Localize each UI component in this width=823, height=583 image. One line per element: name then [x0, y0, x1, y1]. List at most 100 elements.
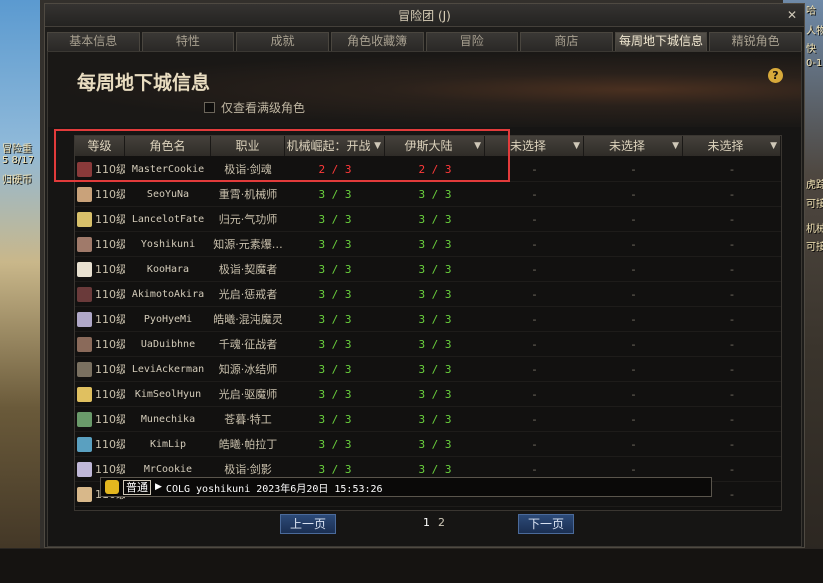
dungeon-2-count: 3 / 3: [418, 437, 452, 451]
table-row[interactable]: 110级 Munechika 苍暮·特工 3 / 3 3 / 3 - - -: [75, 407, 781, 432]
chat-input-bar[interactable]: 普通 ▶ COLG yoshikuni 2023年6月20日 15:53:26: [100, 477, 712, 497]
tab-adventure[interactable]: 冒险: [425, 32, 519, 51]
table-row[interactable]: 110级 KooHara 极诣·契魔者 3 / 3 3 / 3 - - -: [75, 257, 781, 282]
window-titlebar[interactable]: 冒险团 (J) ✕: [45, 4, 804, 27]
tab-elite-characters[interactable]: 精锐角色: [709, 32, 802, 51]
chat-emoji-icon[interactable]: [105, 480, 119, 494]
dungeon-1-count: 3 / 3: [318, 287, 352, 301]
next-page-button[interactable]: 下一页: [518, 514, 574, 534]
header-dungeon-select-2[interactable]: 伊斯大陆 ▼: [385, 136, 485, 156]
table-row[interactable]: 110级 KimSeolHyun 光启·驱魔师 3 / 3 3 / 3 - - -: [75, 382, 781, 407]
character-job: 极诣·剑魂: [224, 163, 272, 176]
level-cell: 110级: [75, 211, 125, 227]
dungeon-5-count: -: [730, 387, 734, 401]
table-row[interactable]: 110级 PyoHyeMi 皓曦·混沌魔灵 3 / 3 3 / 3 - - -: [75, 307, 781, 332]
table-row[interactable]: 110级 SeoYuNa 重霄·机械师 3 / 3 3 / 3 - - -: [75, 182, 781, 207]
character-avatar-icon: [77, 161, 92, 177]
character-name: MasterCookie: [131, 163, 205, 175]
character-avatar-icon: [77, 361, 92, 377]
table-row[interactable]: 110级 MasterCookie 极诣·剑魂 2 / 3 2 / 3 - - -: [75, 157, 781, 182]
max-level-filter[interactable]: 仅查看满级角色: [204, 100, 305, 115]
level-cell: 110级: [75, 161, 125, 177]
tab-achievements[interactable]: 成就: [236, 32, 329, 51]
dungeon-2-count: 3 / 3: [418, 287, 452, 301]
dungeon-1-count: 3 / 3: [318, 387, 352, 401]
dungeon-table: 等级 角色名 职业 机械崛起：开战 ▼ 伊斯大陆 ▼ 未选择 ▼ 未选择 ▼ 未选择 ▼ …: [74, 135, 782, 511]
character-avatar-icon: [77, 186, 92, 202]
character-avatar-icon: [77, 311, 92, 327]
max-level-checkbox[interactable]: [204, 101, 215, 113]
header-job: 职业: [211, 136, 285, 156]
dungeon-3-count: -: [532, 312, 537, 326]
character-job: 皓曦·帕拉丁: [218, 438, 278, 451]
header-dungeon-2-label: 伊斯大陆: [404, 139, 453, 153]
panel-banner: 每周地下城信息 ? 仅查看满级角色: [48, 52, 801, 127]
dungeon-3-count: -: [532, 262, 537, 276]
tab-weekly-dungeon[interactable]: 每周地下城信息: [614, 32, 708, 51]
dungeon-4-count: -: [631, 462, 636, 476]
character-avatar-icon: [77, 411, 92, 427]
dungeon-4-count: -: [631, 162, 636, 176]
character-name: KimLip: [149, 438, 187, 450]
level-text: 110级: [95, 188, 125, 201]
table-row[interactable]: 110级 LancelotFate 归元·气功师 3 / 3 3 / 3 - - -: [75, 207, 781, 232]
tab-traits[interactable]: 特性: [141, 32, 235, 51]
header-dungeon-3-label: 未选择: [509, 139, 546, 153]
dungeon-4-count: -: [631, 412, 636, 426]
character-avatar-icon: [77, 211, 92, 227]
character-avatar-icon: [77, 286, 92, 302]
page-title: 每周地下城信息: [77, 72, 211, 94]
table-row[interactable]: 110级 Yoshikuni 知源·元素爆… 3 / 3 3 / 3 - - -: [75, 232, 781, 257]
character-job: 极诣·剑影: [224, 463, 272, 476]
character-avatar-icon: [77, 486, 92, 502]
page-number-1[interactable]: 1: [423, 516, 430, 529]
header-dungeon-5-label: 未选择: [707, 139, 744, 153]
dungeon-5-count: -: [730, 362, 734, 376]
chat-channel-selector[interactable]: 普通: [123, 479, 151, 495]
dungeon-3-count: -: [532, 412, 537, 426]
table-row[interactable]: 110级 LeviAckerman 知源·冰结师 3 / 3 3 / 3 - - -: [75, 357, 781, 382]
tab-basic-info[interactable]: 基本信息: [47, 32, 140, 51]
page-number-2[interactable]: 2: [438, 516, 445, 529]
dungeon-1-count: 3 / 3: [318, 462, 352, 476]
character-avatar-icon: [77, 461, 92, 477]
level-text: 110级: [95, 338, 125, 351]
character-name: LeviAckerman: [131, 363, 205, 375]
table-row[interactable]: 110级 UaDuibhne 千魂·征战者 3 / 3 3 / 3 - - -: [75, 332, 781, 357]
help-icon[interactable]: ?: [768, 68, 783, 83]
table-row[interactable]: 110级 KimLip 皓曦·帕拉丁 3 / 3 3 / 3 - - -: [75, 432, 781, 457]
chat-input-text[interactable]: COLG yoshikuni 2023年6月20日 15:53:26: [166, 480, 383, 495]
close-icon[interactable]: ✕: [784, 7, 800, 23]
header-dungeon-select-4[interactable]: 未选择 ▼: [584, 136, 683, 156]
level-text: 110级: [95, 363, 125, 376]
character-name: Munechika: [140, 413, 196, 425]
dungeon-4-count: -: [631, 437, 636, 451]
level-text: 110级: [95, 213, 125, 226]
arrow-right-icon: ▶: [155, 482, 162, 492]
prev-page-button[interactable]: 上一页: [280, 514, 336, 534]
level-text: 110级: [95, 413, 125, 426]
dungeon-1-count: 3 / 3: [318, 212, 352, 226]
header-level: 等级: [75, 136, 125, 156]
tab-character-collection[interactable]: 角色收藏簿: [330, 32, 424, 51]
dungeon-1-count: 3 / 3: [318, 312, 352, 326]
header-dungeon-select-5[interactable]: 未选择 ▼: [683, 136, 781, 156]
character-avatar-icon: [77, 261, 92, 277]
dungeon-3-count: -: [532, 187, 537, 201]
level-cell: 110级: [75, 186, 125, 202]
header-dungeon-select-1[interactable]: 机械崛起：开战 ▼: [285, 136, 385, 156]
game-bg-text: 虎踪: [806, 180, 823, 191]
table-row[interactable]: 110级 AkimotoAkira 光启·惩戒者 3 / 3 3 / 3 - - -: [75, 282, 781, 307]
character-job: 极诣·契魔者: [218, 263, 278, 276]
weekly-dungeon-panel: 每周地下城信息 ? 仅查看满级角色 等级 角色名 职业 机械崛起：开战 ▼ 伊斯大…: [47, 51, 802, 547]
level-text: 110级: [95, 238, 125, 251]
header-dungeon-select-3[interactable]: 未选择 ▼: [485, 136, 584, 156]
header-name: 角色名: [125, 136, 211, 156]
dungeon-2-count: 3 / 3: [418, 187, 452, 201]
dungeon-3-count: -: [532, 462, 537, 476]
dungeon-4-count: -: [631, 262, 636, 276]
dropdown-arrow-icon: ▼: [474, 141, 481, 151]
dungeon-2-count: 3 / 3: [418, 337, 452, 351]
tab-shop[interactable]: 商店: [520, 32, 613, 51]
character-name: PyoHyeMi: [143, 313, 193, 325]
